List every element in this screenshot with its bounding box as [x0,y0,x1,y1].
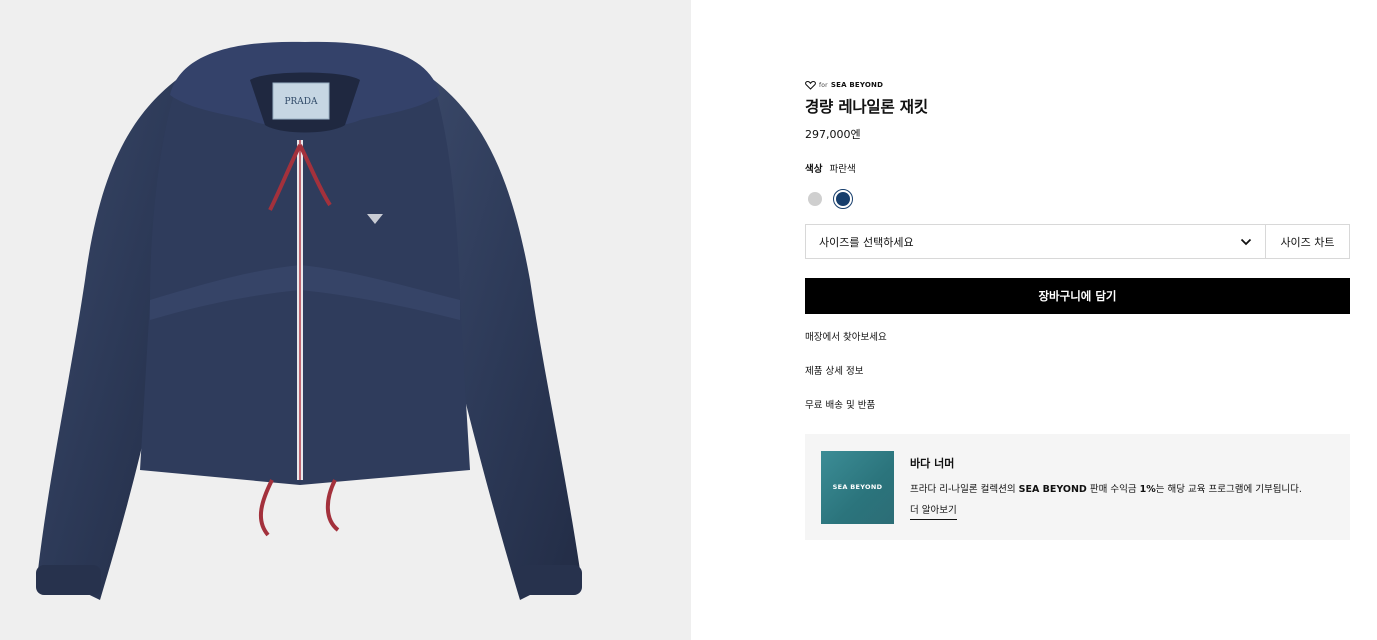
chevron-down-icon [1240,238,1252,245]
promo-image-text: SEA BEYOND [832,483,883,491]
size-select[interactable]: 사이즈를 선택하세요 [805,224,1266,259]
size-select-placeholder: 사이즈를 선택하세요 [819,235,914,249]
sea-beyond-promo: SEA BEYOND 바다 너머 프라다 리-나일론 컬렉션의 SEA BEYO… [805,434,1350,540]
promo-desc-part: 는 해당 교육 프로그램에 기부됩니다. [1155,483,1302,495]
color-label-row: 색상 파란색 [805,161,1350,175]
size-row: 사이즈를 선택하세요 사이즈 차트 [805,224,1350,259]
heart-icon [805,80,816,90]
brand-label-text: PRADA [284,97,318,107]
badge-for-text: for [819,81,828,89]
promo-desc-part: 판매 수익금 [1086,483,1140,495]
product-page: PRADA for SEA BEYOND 경량 레나일론 재킷 297,000엔 [0,0,1377,640]
add-to-cart-button[interactable]: 장바구니에 담기 [805,278,1350,314]
learn-more-link[interactable]: 더 알아보기 [910,502,957,520]
color-swatches [808,189,1350,209]
size-chart-button[interactable]: 사이즈 차트 [1266,224,1350,259]
jacket-illustration: PRADA [36,41,582,600]
promo-text: 바다 너머 프라다 리-나일론 컬렉션의 SEA BEYOND 판매 수익금 1… [910,455,1302,520]
selected-color-value: 파란색 [829,164,856,175]
shipping-returns-link[interactable]: 무료 배송 및 반품 [805,400,1350,434]
swatch-grey[interactable] [808,192,822,206]
color-label: 색상 [805,164,823,175]
promo-image: SEA BEYOND [821,450,894,524]
promo-desc-part: 프라다 리-나일론 컬렉션의 [910,483,1019,495]
product-info-panel: for SEA BEYOND 경량 레나일론 재킷 297,000엔 색상 파란… [805,78,1350,540]
badge-program-text: SEA BEYOND [830,81,884,89]
product-image[interactable]: PRADA [0,0,691,640]
product-title: 경량 레나일론 재킷 [805,98,928,116]
promo-desc-bold: 1% [1139,483,1156,495]
promo-description: 프라다 리-나일론 컬렉션의 SEA BEYOND 판매 수익금 1%는 해당 … [910,481,1302,495]
sea-beyond-badge: for SEA BEYOND [805,78,1350,92]
product-details-link[interactable]: 제품 상세 정보 [805,366,1350,400]
product-price: 297,000엔 [805,128,861,141]
info-links: 매장에서 찾아보세요 제품 상세 정보 무료 배송 및 반품 [805,332,1350,434]
promo-desc-bold: SEA BEYOND [1018,483,1087,495]
find-in-store-link[interactable]: 매장에서 찾아보세요 [805,332,1350,366]
swatch-blue[interactable] [833,189,853,209]
promo-title: 바다 너머 [910,456,955,470]
